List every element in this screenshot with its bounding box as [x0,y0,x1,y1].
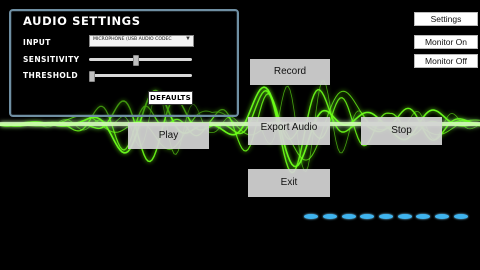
chevron-down-icon: ▼ [185,36,191,42]
input-dropdown-value: MICROPHONE (USB AUDIO CODEC [93,37,172,42]
sensitivity-slider[interactable] [89,55,192,66]
stop-button[interactable]: Stop [361,117,442,145]
audio-settings-panel: AUDIO SETTINGS INPUT MICROPHONE (USB AUD… [9,9,239,117]
panel-title: AUDIO SETTINGS [23,14,141,28]
level-dot-icon [435,214,449,219]
monitor-off-button[interactable]: Monitor Off [414,54,478,68]
level-dot-icon [304,214,318,219]
threshold-slider[interactable] [89,71,192,82]
input-dropdown[interactable]: MICROPHONE (USB AUDIO CODEC ▼ [89,35,194,47]
level-dot-icon [360,214,374,219]
level-dot-icon [398,214,412,219]
defaults-button[interactable]: DEFAULTS [148,91,193,105]
settings-button[interactable]: Settings [414,12,478,26]
input-label: INPUT [23,38,51,47]
export-audio-button[interactable]: Export Audio [248,117,330,145]
level-dot-icon [323,214,337,219]
sensitivity-label: SENSITIVITY [23,55,80,64]
monitor-on-button[interactable]: Monitor On [414,35,478,49]
level-meter [304,214,472,222]
exit-button[interactable]: Exit [248,169,330,197]
level-dot-icon [416,214,430,219]
level-dot-icon [454,214,468,219]
level-dot-icon [379,214,393,219]
threshold-slider-thumb[interactable] [89,71,95,82]
level-dot-icon [342,214,356,219]
play-button[interactable]: Play [128,123,209,149]
record-button[interactable]: Record [250,59,330,85]
threshold-label: THRESHOLD [23,71,78,80]
sensitivity-slider-thumb[interactable] [132,55,139,66]
